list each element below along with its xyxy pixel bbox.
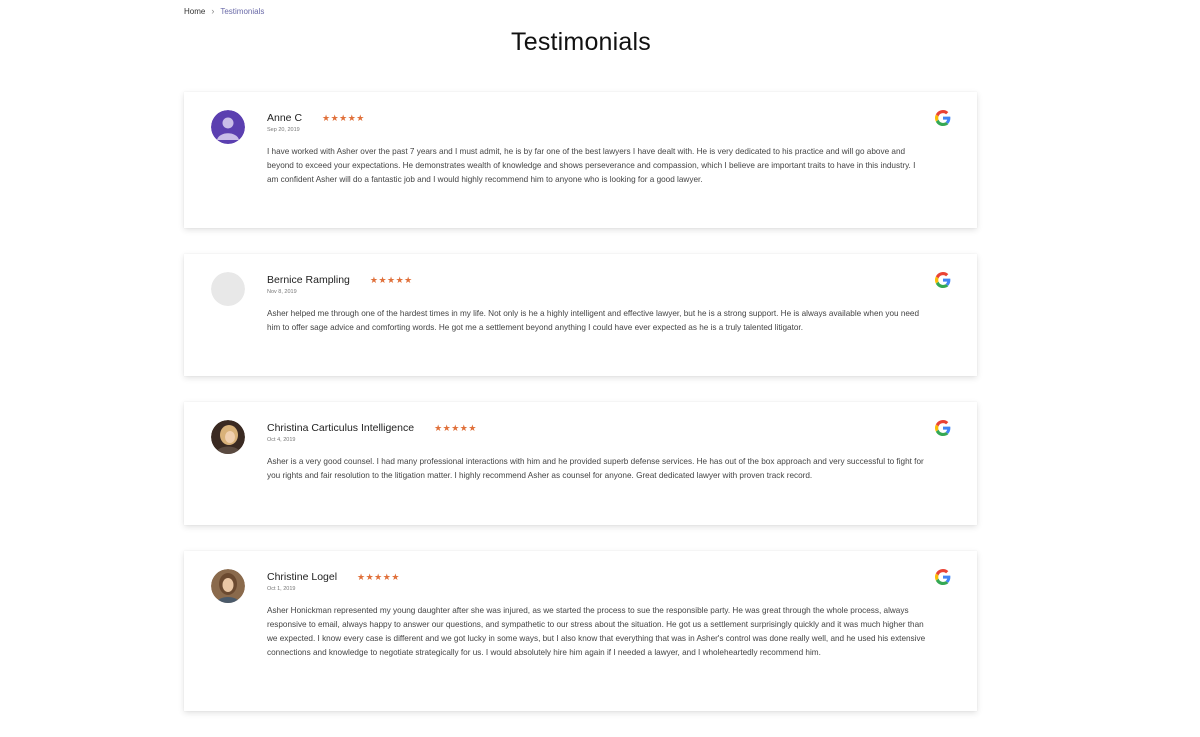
google-icon: [935, 110, 951, 126]
review-date: Nov 8, 2019: [267, 289, 297, 295]
testimonials-list: Anne C ★★★★★ Sep 20, 2019 I have worked …: [184, 92, 977, 737]
star-rating: ★★★★★: [357, 571, 400, 582]
reviewer-photo-icon: [211, 420, 245, 454]
testimonial-card: Christina Carticulus Intelligence ★★★★★ …: [184, 402, 977, 525]
testimonial-card: Anne C ★★★★★ Sep 20, 2019 I have worked …: [184, 92, 977, 228]
breadcrumb-separator: ›: [211, 6, 215, 16]
reviewer-name: Bernice Rampling: [267, 274, 350, 286]
star-rating: ★★★★★: [369, 274, 413, 285]
google-icon: [935, 569, 951, 585]
review-text: Asher helped me through one of the harde…: [267, 309, 920, 332]
review-text: Asher is a very good counsel. I had many…: [267, 457, 924, 480]
google-icon: [935, 272, 951, 288]
testimonial-card: Bernice Rampling ★★★★★ Nov 8, 2019 Asher…: [184, 254, 977, 376]
google-icon: [935, 420, 951, 436]
reviewer-name: Christina Carticulus Intelligence: [267, 422, 415, 434]
star-rating: ★★★★★: [322, 112, 365, 123]
blank-avatar-icon: [211, 272, 245, 306]
review-date: Oct 4, 2019: [267, 437, 296, 443]
reviewer-photo-icon: [211, 569, 245, 603]
reviewer-name: Anne C: [267, 112, 303, 124]
review-date: Oct 1, 2019: [267, 586, 296, 592]
testimonial-card: Christine Logel ★★★★★ Oct 1, 2019 Asher …: [184, 551, 977, 711]
star-rating: ★★★★★: [434, 422, 477, 433]
review-text: Asher Honickman represented my young dau…: [267, 606, 926, 657]
user-avatar-icon: [211, 110, 245, 144]
breadcrumb-home-link[interactable]: Home: [184, 7, 205, 16]
review-text: I have worked with Asher over the past 7…: [267, 147, 916, 184]
page-title: Testimonials: [511, 28, 651, 56]
breadcrumb: Home › Testimonials: [184, 6, 264, 16]
review-date: Sep 20, 2019: [267, 127, 300, 133]
breadcrumb-current: Testimonials: [220, 6, 265, 16]
reviewer-name: Christine Logel: [267, 571, 338, 583]
